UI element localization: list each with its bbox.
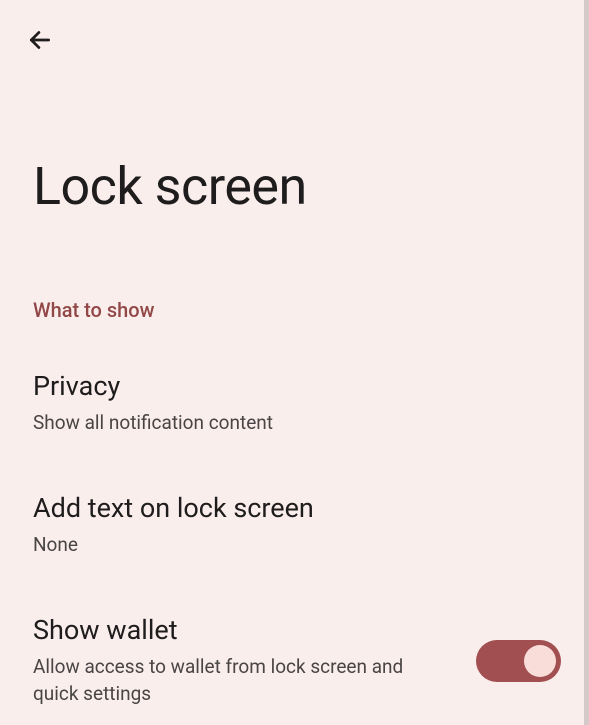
toggle-thumb	[524, 645, 556, 677]
setting-title: Privacy	[33, 369, 556, 404]
setting-item-privacy[interactable]: Privacy Show all notification content	[33, 369, 556, 437]
setting-subtitle: None	[33, 532, 556, 559]
setting-title: Add text on lock screen	[33, 491, 556, 526]
setting-title: Show wallet	[33, 613, 556, 648]
back-button[interactable]	[20, 20, 60, 60]
setting-item-add-text[interactable]: Add text on lock screen None	[33, 491, 556, 559]
scrollbar[interactable]	[584, 0, 589, 725]
page-title: Lock screen	[33, 156, 307, 217]
setting-subtitle: Allow access to wallet from lock screen …	[33, 654, 453, 707]
show-wallet-toggle[interactable]	[476, 640, 561, 682]
arrow-left-icon	[27, 27, 53, 53]
setting-subtitle: Show all notification content	[33, 410, 556, 437]
section-header: What to show	[33, 298, 154, 322]
